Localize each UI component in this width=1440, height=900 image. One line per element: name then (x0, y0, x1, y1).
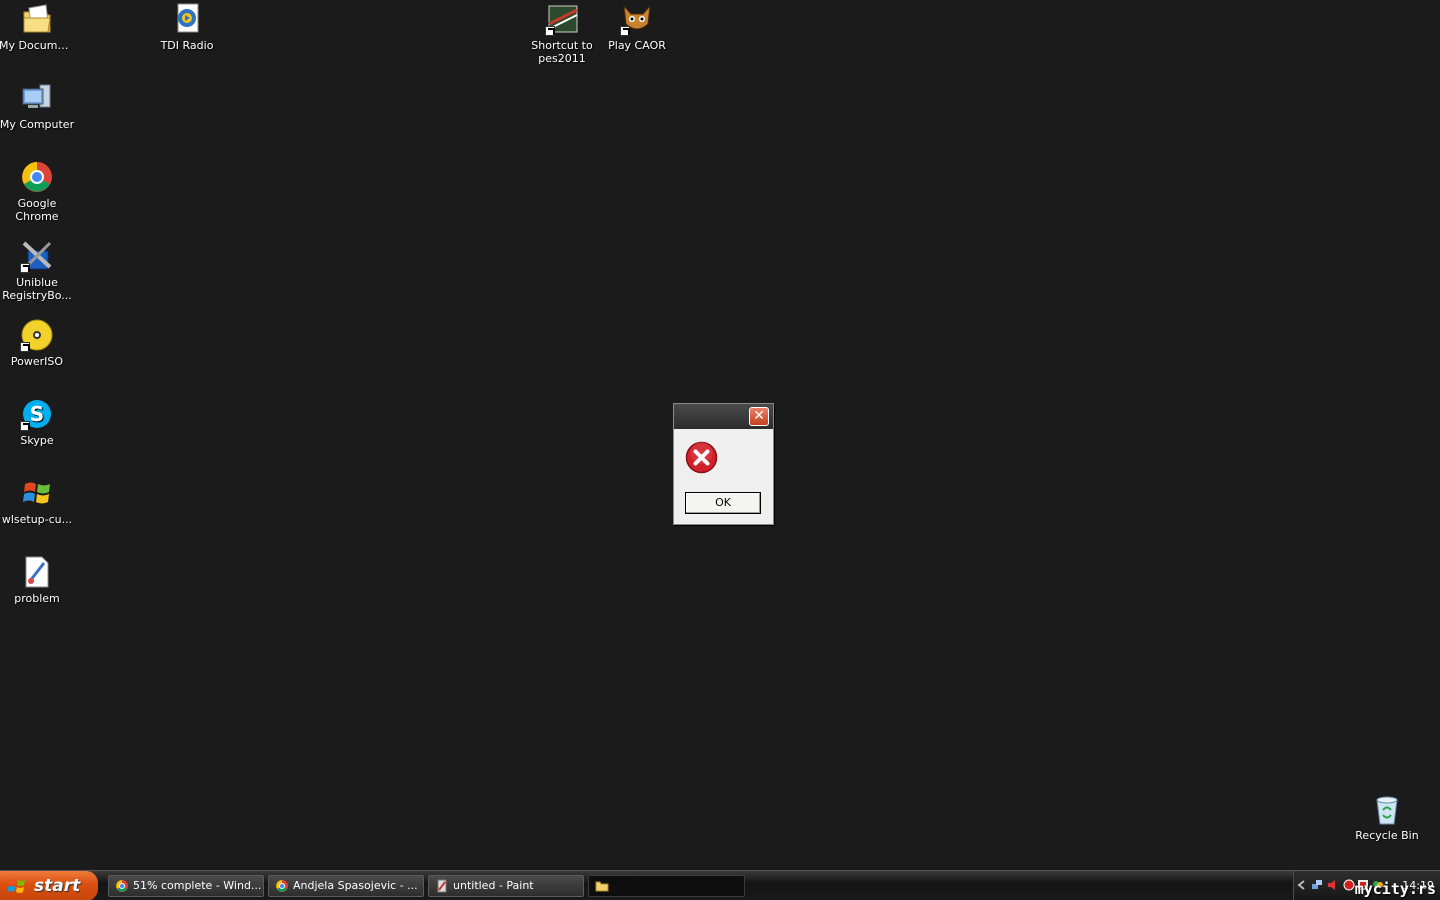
taskbar-button-label: 51% complete - Wind... (133, 879, 262, 892)
desktop-icon-play-caor[interactable]: Play CAOR (599, 2, 675, 52)
volume-icon[interactable] (1327, 879, 1339, 891)
dialog-body: OK (674, 429, 773, 524)
close-button[interactable]: ✕ (749, 407, 769, 426)
uniblue-icon (20, 239, 54, 273)
desktop-icon-problem[interactable]: problem (0, 555, 75, 605)
desktop-icon-label: My Documents (0, 39, 75, 52)
taskbar: start 51% complete - Wind... Andjela Spa… (0, 870, 1440, 900)
pes2011-icon (545, 2, 579, 36)
desktop-icon-recycle-bin[interactable]: Recycle Bin (1349, 792, 1425, 842)
desktop-icon-label: Uniblue RegistryBo... (2, 276, 72, 302)
shortcut-arrow-icon (20, 342, 30, 352)
ok-button[interactable]: OK (685, 492, 761, 514)
start-label: start (34, 876, 81, 896)
chrome-icon (276, 880, 288, 892)
desktop-icon-label: PowerISO (10, 355, 64, 368)
desktop-icon-my-computer[interactable]: My Computer (0, 81, 75, 131)
desktop-icon-label: Google Chrome (15, 197, 59, 223)
desktop-icon-uniblue[interactable]: Uniblue RegistryBo... (0, 239, 75, 302)
desktop-icon-poweriso[interactable]: PowerISO (0, 318, 75, 368)
desktop-icon-wlsetup[interactable]: wlsetup-cu... (0, 476, 75, 526)
error-icon (685, 441, 718, 474)
taskbar-button-label: untitled - Paint (453, 879, 534, 892)
desktop-icon-tdi-radio[interactable]: TDI Radio (149, 2, 225, 52)
desktop-icon-label: wlsetup-cu... (1, 513, 73, 526)
desktop-icon-label: Play CAOR (608, 39, 666, 52)
taskbar-button-chrome[interactable]: Andjela Spasojevic - ... (268, 875, 424, 897)
error-dialog: ✕ OK (673, 403, 774, 525)
desktop-icon-label: TDI Radio (160, 39, 214, 52)
desktop-icon-label: My Computer (0, 118, 75, 131)
desktop-icon-label: Skype (20, 434, 54, 447)
desktop-icon-label: problem (14, 592, 60, 605)
chrome-icon (116, 880, 128, 892)
shortcut-arrow-icon (620, 26, 630, 36)
tdi-radio-icon (170, 2, 204, 36)
desktop-icon-pes2011[interactable]: Shortcut to pes2011 (524, 2, 600, 65)
desktop-icon-google-chrome[interactable]: Google Chrome (0, 160, 75, 223)
taskbar-button-label: Andjela Spasojevic - ... (293, 879, 418, 892)
desktop-icon-my-documents[interactable]: My Documents (0, 2, 75, 52)
windows-flag-icon (8, 879, 25, 893)
network-icon[interactable] (1311, 879, 1323, 891)
svg-text:S: S (30, 402, 44, 426)
paint-file-icon (20, 555, 54, 589)
windows-live-icon (20, 476, 54, 510)
folder-icon (595, 881, 609, 892)
shortcut-arrow-icon (20, 421, 30, 431)
my-computer-icon (20, 81, 54, 115)
desktop-icon-label: Shortcut to pes2011 (531, 39, 593, 65)
taskbar-button-folder[interactable] (588, 875, 745, 897)
desktop-icon-skype[interactable]: S Skype (0, 397, 75, 447)
chrome-icon (20, 160, 54, 194)
watermark: mycity.rs (1354, 880, 1436, 898)
security-icon[interactable] (1343, 879, 1355, 891)
taskbar-button-paint[interactable]: untitled - Paint (428, 875, 584, 897)
skype-icon: S (20, 397, 54, 431)
recycle-bin-icon (1370, 792, 1404, 826)
dialog-titlebar[interactable]: ✕ (674, 404, 773, 429)
poweriso-icon (20, 318, 54, 352)
paint-icon (437, 879, 447, 893)
my-documents-icon (20, 2, 54, 36)
desktop-icon-label: Recycle Bin (1355, 829, 1419, 842)
chevron-left-icon[interactable] (1296, 879, 1308, 891)
taskbar-button-download[interactable]: 51% complete - Wind... (108, 875, 264, 897)
shortcut-arrow-icon (20, 263, 30, 273)
shortcut-arrow-icon (545, 26, 555, 36)
start-button[interactable]: start (0, 871, 98, 900)
caor-icon (620, 2, 654, 36)
